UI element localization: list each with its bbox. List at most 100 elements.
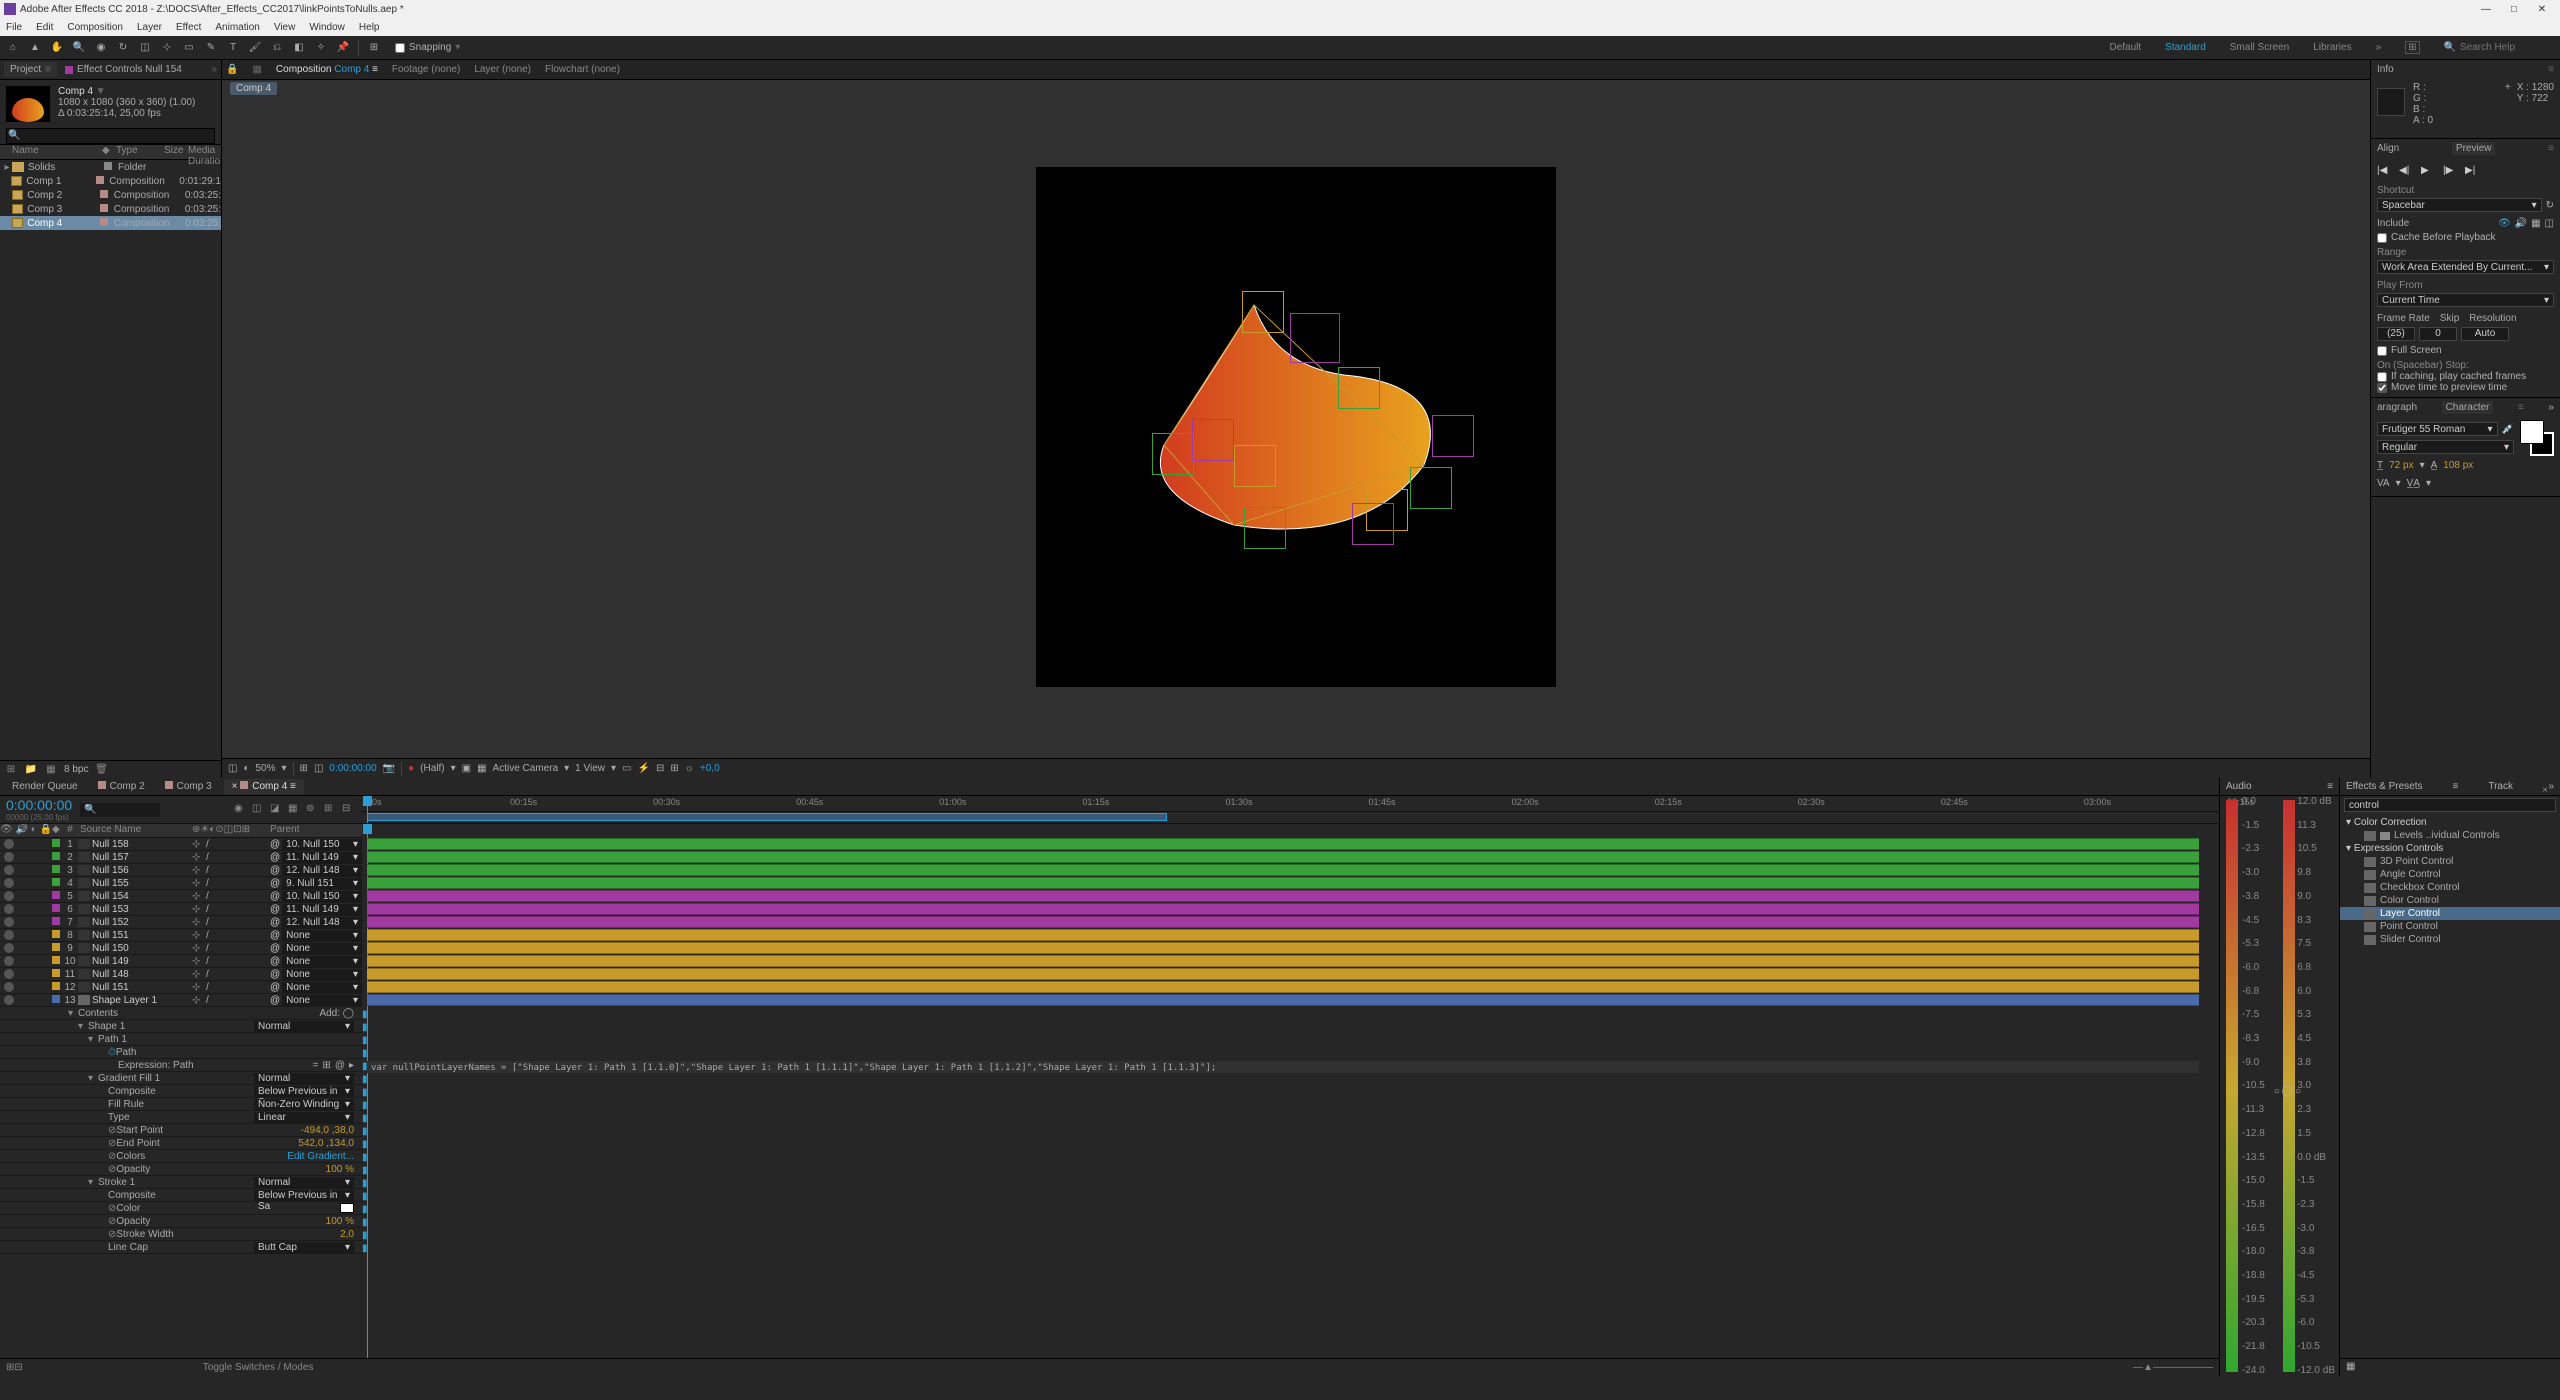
keyframe-marker[interactable]: ▮ [362,1048,368,1059]
reset-exposure-icon[interactable]: ☼ [685,763,694,774]
camera-tool-icon[interactable]: ◫ [136,39,154,57]
menu-layer[interactable]: Layer [137,22,162,33]
tl-expand-icon[interactable]: ⊞ [6,1362,14,1373]
pickwhip-icon[interactable]: @ [270,943,280,954]
layer-bar[interactable] [367,877,2199,889]
tab-effects-presets[interactable]: Effects & Presets [2346,781,2423,792]
layer-row[interactable]: 11Null 148⊹/@None▾ [0,968,362,981]
tab-align[interactable]: Align [2377,143,2399,154]
home-icon[interactable]: ⌂ [4,39,22,57]
snapping-toggle[interactable]: Snapping ▾ [395,42,460,53]
keyframe-marker[interactable]: ▮ [362,1230,368,1241]
project-item[interactable]: Comp 1Composition0:01:29:1 [0,174,221,188]
font-style-dropdown[interactable]: Regular▾ [2377,440,2514,454]
camera-dropdown[interactable]: Active Camera [493,763,559,774]
pickwhip-icon[interactable]: @ [270,839,280,850]
layer-row[interactable]: 4Null 155⊹/@9. Null 151▾ [0,877,362,890]
roto-tool-icon[interactable]: ✧ [312,39,330,57]
shy-switch[interactable]: ⊹ [192,891,204,901]
pickwhip-icon[interactable]: @ [270,904,280,915]
frame-blend-icon[interactable]: ▦ [288,803,302,817]
layer-row[interactable]: 1Null 158⊹/@10. Null 150▾ [0,838,362,851]
views-dropdown[interactable]: 1 View [575,763,605,774]
font-dropdown[interactable]: Frutiger 55 Roman▾ [2377,422,2498,436]
loop-icon[interactable]: ↻ [2546,200,2554,211]
link-icon[interactable]: ⊘ [108,1216,116,1227]
null-handle[interactable] [1244,507,1286,549]
null-handle[interactable] [1192,419,1234,461]
skip-dropdown[interactable]: 0 [2419,327,2457,341]
property-dropdown[interactable]: Non-Zero Winding▾ [254,1099,354,1110]
col-duration[interactable]: Media Duratio [188,145,221,159]
fill-color-swatch[interactable] [2520,420,2544,444]
timecode-display[interactable]: 0:00:00:00 [329,763,376,774]
visibility-toggle[interactable] [4,956,14,966]
pickwhip-icon[interactable]: @ [270,969,280,980]
visibility-toggle[interactable] [4,943,14,953]
zoom-tool-icon[interactable]: 🔍 [70,39,88,57]
layer-row[interactable]: 7Null 152⊹/@12. Null 148▾ [0,916,362,929]
keyframe-marker[interactable]: ▮ [362,1204,368,1215]
interpret-footage-icon[interactable]: ⊞ [4,763,18,777]
breadcrumb[interactable]: Comp 4 [230,82,277,95]
tab-layer[interactable]: Layer (none) [474,64,531,75]
comp-tab-grid-icon[interactable]: ▦ [252,64,261,75]
shortcut-dropdown[interactable]: Spacebar▾ [2377,198,2542,212]
property-dropdown[interactable]: Normal▾ [254,1021,354,1032]
pickwhip-icon[interactable]: @ [270,891,280,902]
property-value[interactable]: 100 % [326,1216,362,1227]
menu-help[interactable]: Help [359,22,380,33]
parent-dropdown[interactable]: None▾ [282,982,362,993]
link-icon[interactable]: ⊘ [108,1125,116,1136]
null-handle[interactable] [1152,433,1194,475]
rect-tool-icon[interactable]: ▭ [180,39,198,57]
keyframe-marker[interactable]: ▮ [362,1113,368,1124]
cache-checkbox[interactable] [2377,233,2387,243]
workspace-default[interactable]: Default [2109,42,2141,53]
res-icon[interactable]: ⊞ [300,763,308,774]
layer-row[interactable]: 3Null 156⊹/@12. Null 148▾ [0,864,362,877]
playfrom-dropdown[interactable]: Current Time▾ [2377,293,2554,307]
keyframe-marker[interactable]: ▮ [362,1061,368,1072]
shy-switch[interactable]: ⊹ [192,917,204,927]
null-handle[interactable] [1242,291,1284,333]
project-item[interactable]: ▸SolidsFolder [0,160,221,174]
close-button[interactable]: ✕ [2528,0,2556,18]
col-source-name[interactable]: Source Name [78,824,192,837]
property-row[interactable]: Expression: Path=⊞@▸ [0,1059,362,1072]
workspace-small-screen[interactable]: Small Screen [2230,42,2289,53]
null-handle[interactable] [1234,445,1276,487]
color-swatch[interactable] [340,1203,354,1213]
menu-window[interactable]: Window [309,22,345,33]
expr-enable-icon[interactable]: = [313,1060,319,1071]
timeline-icon[interactable]: ⊟ [656,763,664,774]
link-icon[interactable]: ⊘ [108,1151,116,1162]
effect-item[interactable]: Angle Control [2340,868,2560,881]
include-overlays-icon[interactable]: ▦ [2531,218,2540,229]
layer-bar[interactable] [367,994,2199,1006]
project-item[interactable]: Comp 2Composition0:03:25: [0,188,221,202]
layer-row[interactable]: 5Null 154⊹/@10. Null 150▾ [0,890,362,903]
property-row[interactable]: CompositeBelow Previous in Sa▾ [0,1085,362,1098]
parent-dropdown[interactable]: None▾ [282,995,362,1006]
caching-checkbox[interactable] [2377,372,2387,382]
include-controls-icon[interactable]: ◫ [2545,218,2554,229]
property-row[interactable]: ⊘ ColorsEdit Gradient... [0,1150,362,1163]
keyframe-marker[interactable]: ▮ [362,1074,368,1085]
brush-tool-icon[interactable]: 🖌 [246,39,264,57]
panel-overflow-icon[interactable]: » [2548,781,2554,792]
menu-effect[interactable]: Effect [176,22,201,33]
keyframe-marker[interactable]: ▮ [362,1126,368,1137]
null-handle[interactable] [1352,503,1394,545]
pickwhip-icon[interactable]: @ [270,956,280,967]
bpc-toggle[interactable]: 8 bpc [64,764,88,775]
parent-dropdown[interactable]: None▾ [282,943,362,954]
property-dropdown[interactable]: Normal▾ [254,1073,354,1084]
visibility-toggle[interactable] [4,904,14,914]
category-expression-controls[interactable]: ▾ Expression Controls [2340,842,2560,855]
pickwhip-icon[interactable]: @ [270,982,280,993]
effects-search-input[interactable] [2344,798,2556,812]
shy-switch[interactable]: ⊹ [192,852,204,862]
property-row[interactable]: TypeLinear▾ [0,1111,362,1124]
tab-flowchart[interactable]: Flowchart (none) [545,64,620,75]
